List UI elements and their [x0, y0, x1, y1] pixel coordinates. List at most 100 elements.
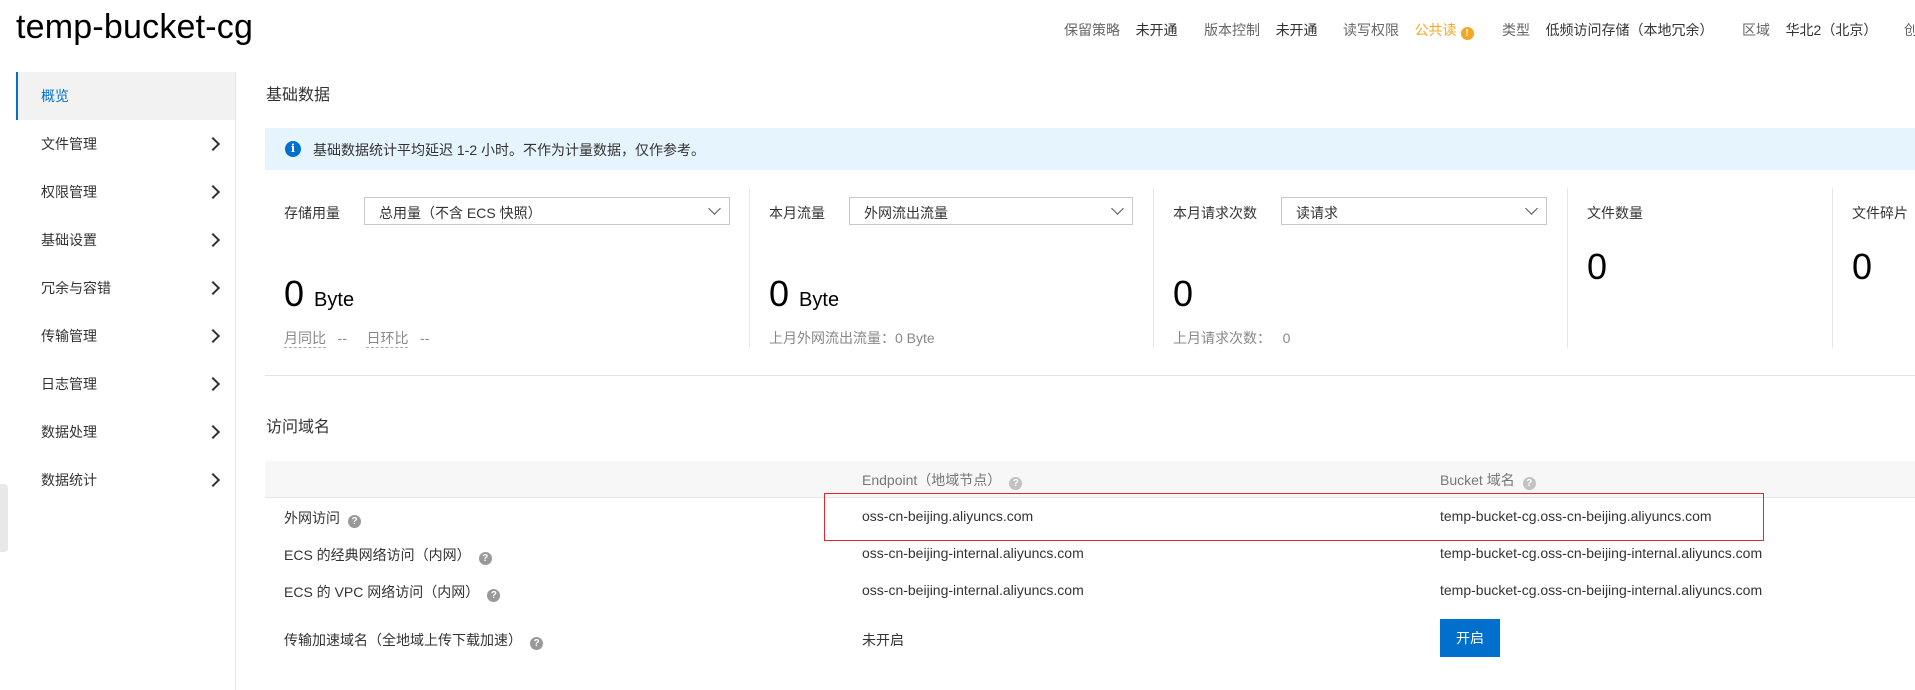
enable-acceleration-button[interactable]: 开启	[1440, 619, 1500, 657]
bucket-domain-value[interactable]: temp-bucket-cg.oss-cn-beijing-internal.a…	[1440, 545, 1762, 561]
help-icon[interactable]: ?	[478, 552, 492, 565]
meta-key: 保留策略	[1064, 22, 1120, 38]
sidebar-item-data-processing[interactable]: 数据处理	[16, 408, 235, 456]
warning-icon[interactable]: !	[1460, 27, 1474, 40]
sidebar: 概览 文件管理 权限管理 基础设置 冗余与容错 传输管理 日志管理 数据处理 数…	[0, 72, 236, 690]
divider	[1832, 188, 1833, 348]
month-over-month-label[interactable]: 月同比	[284, 330, 326, 348]
sidebar-item-redundancy[interactable]: 冗余与容错	[16, 264, 235, 312]
stat-unit: Byte	[799, 289, 840, 311]
chevron-right-icon	[205, 280, 221, 296]
row-label: 传输加速域名（全地域上传下载加速）	[284, 632, 522, 648]
chevron-right-icon	[205, 232, 221, 248]
divider	[749, 188, 750, 348]
storage-usage-label: 存储用量	[284, 205, 340, 221]
highlight-box	[824, 493, 1764, 541]
chevron-right-icon	[205, 376, 221, 392]
divider	[1567, 188, 1568, 348]
column-label: Bucket 域名	[1440, 472, 1515, 488]
section-title-access-domains: 访问域名	[266, 419, 331, 436]
info-notice: i 基础数据统计平均延迟 1-2 小时。不作为计量数据，仅作参考。	[265, 128, 1915, 170]
bucket-domain-value[interactable]: temp-bucket-cg.oss-cn-beijing-internal.a…	[1440, 582, 1762, 598]
monthly-requests-label: 本月请求次数	[1173, 205, 1257, 221]
help-icon[interactable]: ?	[530, 637, 543, 650]
divider	[1153, 188, 1154, 348]
file-count-label: 文件数量	[1587, 205, 1643, 221]
help-icon[interactable]: ?	[1009, 477, 1023, 490]
stat-number: 0	[284, 273, 305, 314]
sidebar-item-basic-settings[interactable]: 基础设置	[16, 216, 235, 264]
sidebar-item-label: 数据处理	[41, 424, 97, 440]
sidebar-item-label: 数据统计	[41, 472, 97, 488]
sub-value: 0	[1282, 330, 1291, 346]
chevron-down-icon	[1111, 202, 1124, 215]
sidebar-item-label: 冗余与容错	[41, 280, 111, 296]
column-label: Endpoint（地域节点）	[862, 472, 1002, 488]
sidebar-item-data-statistics[interactable]: 数据统计	[16, 456, 235, 504]
meta-value: 低频访问存储（本地冗余）	[1545, 22, 1714, 38]
acceleration-status: 未开启	[862, 632, 904, 648]
chevron-right-icon	[205, 424, 221, 440]
chevron-right-icon	[205, 136, 221, 152]
select-value: 外网流出流量	[864, 205, 948, 221]
help-icon[interactable]: ?	[348, 515, 361, 528]
sidebar-item-overview[interactable]: 概览	[16, 72, 235, 120]
last-month-requests: 上月请求次数： 0	[1173, 328, 1290, 348]
storage-usage-select[interactable]: 总用量（不含 ECS 快照）	[364, 197, 730, 225]
monthly-requests-value: 0	[1173, 273, 1194, 314]
day-over-day-label[interactable]: 日环比	[366, 330, 409, 348]
storage-usage-value: 0 Byte	[284, 273, 354, 315]
section-divider	[265, 375, 1915, 376]
meta-value: 公共读	[1414, 22, 1457, 38]
chevron-right-icon	[205, 184, 221, 200]
file-fragments-value: 0	[1852, 246, 1873, 287]
row-name-public-access: 外网访问?	[284, 508, 361, 528]
select-value: 总用量（不含 ECS 快照）	[379, 205, 542, 221]
row-name-vpc-network: ECS 的 VPC 网络访问（内网）?	[284, 582, 501, 602]
monthly-traffic-select[interactable]: 外网流出流量	[849, 197, 1133, 225]
sidebar-collapse-handle[interactable]	[0, 484, 8, 552]
retention-policy: 保留策略 未开通	[1064, 20, 1178, 40]
monthly-traffic-value: 0 Byte	[769, 273, 839, 315]
sidebar-item-label: 概览	[41, 88, 69, 104]
read-write-permission: 读写权限 公共读!	[1343, 20, 1474, 40]
chevron-right-icon	[205, 472, 221, 488]
select-value: 读请求	[1296, 205, 1338, 221]
column-header-endpoint: Endpoint（地域节点）?	[862, 470, 1023, 490]
meta-value: 未开通	[1275, 22, 1318, 38]
bucket-title: temp-bucket-cg	[16, 8, 254, 46]
section-title-basic-data: 基础数据	[266, 87, 331, 104]
meta-key: 读写权限	[1343, 22, 1399, 38]
row-label: 外网访问	[284, 510, 340, 526]
monthly-traffic-label: 本月流量	[769, 205, 825, 221]
sidebar-item-label: 文件管理	[41, 136, 97, 152]
info-icon: i	[285, 141, 301, 157]
endpoint-value[interactable]: oss-cn-beijing-internal.aliyuncs.com	[862, 582, 1084, 598]
row-name-classic-network: ECS 的经典网络访问（内网）?	[284, 545, 492, 565]
meta-key: 区域	[1742, 22, 1770, 38]
sub-label: 上月请求次数：	[1173, 330, 1271, 346]
meta-key: 类型	[1502, 22, 1530, 38]
storage-type: 类型 低频访问存储（本地冗余）	[1502, 20, 1714, 40]
day-over-day-value: --	[420, 330, 430, 346]
endpoint-value[interactable]: oss-cn-beijing-internal.aliyuncs.com	[862, 545, 1084, 561]
sidebar-item-transfer-management[interactable]: 传输管理	[16, 312, 235, 360]
sidebar-item-label: 日志管理	[41, 376, 97, 392]
row-label: ECS 的 VPC 网络访问（内网）	[284, 584, 480, 600]
monthly-requests-select[interactable]: 读请求	[1281, 197, 1547, 225]
meta-key: 版本控制	[1204, 22, 1260, 38]
file-count-value: 0	[1587, 246, 1608, 287]
help-icon[interactable]: ?	[1522, 477, 1536, 490]
meta-value: 未开通	[1135, 22, 1178, 38]
stat-unit: Byte	[314, 289, 355, 311]
sidebar-item-log-management[interactable]: 日志管理	[16, 360, 235, 408]
storage-usage-compare: 月同比 -- 日环比 --	[284, 328, 429, 348]
chevron-down-icon	[708, 202, 721, 215]
created-time: 创	[1904, 20, 1915, 40]
help-icon[interactable]: ?	[487, 589, 501, 602]
sidebar-item-file-management[interactable]: 文件管理	[16, 120, 235, 168]
row-label: ECS 的经典网络访问（内网）	[284, 547, 471, 563]
sidebar-item-permission-management[interactable]: 权限管理	[16, 168, 235, 216]
sidebar-item-label: 权限管理	[41, 184, 97, 200]
sidebar-item-label: 传输管理	[41, 328, 97, 344]
